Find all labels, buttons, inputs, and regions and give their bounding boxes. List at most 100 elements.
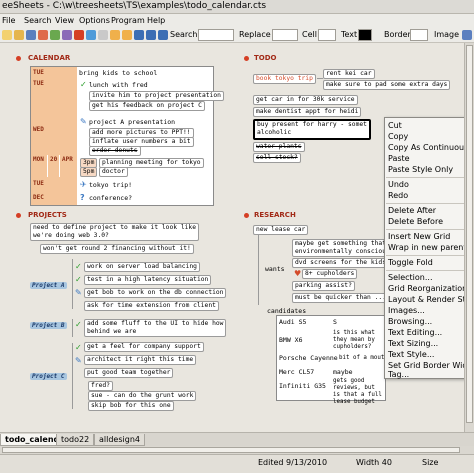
menu-selection[interactable]: Selection... [388, 273, 433, 282]
todo-subitem[interactable]: rent kei car [323, 69, 375, 79]
todo-item[interactable]: sell stock? [253, 153, 301, 163]
horizontal-scrollbar[interactable] [0, 446, 474, 454]
research-item[interactable]: new lease car [253, 225, 309, 235]
project-label[interactable]: Project B [30, 322, 67, 329]
menu-help[interactable]: Help [147, 16, 165, 25]
day-cell[interactable]: TUE [31, 79, 77, 115]
day-cell[interactable]: TUE [31, 67, 77, 79]
menu-redo[interactable]: Redo [388, 191, 408, 200]
undo-icon[interactable] [38, 30, 48, 40]
calendar-item[interactable]: bring kids to school [79, 69, 157, 77]
calendar-subitem[interactable]: order donuts [89, 146, 141, 156]
candidates-grid[interactable]: Audi S5 S BMW X6 is this what they mean … [276, 315, 398, 405]
text-color-picker[interactable] [358, 29, 372, 41]
candidate-model[interactable]: Infiniti G35 [279, 382, 326, 390]
calendar-grid[interactable]: TUE bring kids to school TUE ✓ lunch wit… [30, 66, 224, 206]
menu-grid-reorg[interactable]: Grid Reorganization... [388, 284, 474, 293]
menu-file[interactable]: File [2, 16, 15, 25]
tag-icon[interactable] [74, 30, 84, 40]
candidate-note[interactable]: is this what they mean by cupholders? [333, 330, 385, 351]
tab-alldesign4[interactable]: alldesign4 [94, 434, 145, 446]
calendar-subitem[interactable]: invite him to project presentation [89, 91, 224, 101]
month-cell[interactable]: APR [60, 155, 77, 177]
project-task[interactable]: test in a high latency situation [84, 275, 212, 285]
todo-item[interactable]: make dentist appt for heidi [253, 107, 362, 117]
new-icon[interactable] [2, 30, 12, 40]
project-task[interactable]: ask for time extension from client [84, 301, 219, 311]
day-cell[interactable]: MON [31, 155, 47, 177]
candidate-note[interactable]: S [333, 318, 337, 326]
menu-wrap-parent[interactable]: Wrap in new parent [388, 243, 467, 252]
menu-paste-style[interactable]: Paste Style Only [388, 165, 453, 174]
fold-icon[interactable] [158, 30, 168, 40]
want-item[interactable]: 8+ cupholders [302, 269, 358, 279]
menu-delete-before[interactable]: Delete Before [388, 217, 443, 226]
menu-toggle-fold[interactable]: Toggle Fold [388, 258, 433, 267]
day-cell[interactable]: DEC [31, 191, 77, 205]
wants-label[interactable]: wants [265, 265, 285, 273]
menu-text-editing[interactable]: Text Editing... [388, 328, 442, 337]
want-item[interactable]: parking assist? [292, 281, 355, 291]
image-icon[interactable] [134, 30, 144, 40]
search-input[interactable] [198, 29, 234, 41]
menu-view[interactable]: View [55, 16, 74, 25]
scroll-thumb[interactable] [466, 45, 473, 423]
open-icon[interactable] [14, 30, 24, 40]
candidate-note[interactable]: gets good reviews, but is that a full le… [333, 378, 385, 406]
todo-item-selected[interactable]: buy present for harry - somet alcoholic [253, 119, 371, 140]
candidate-model[interactable]: Audi S5 [279, 318, 306, 326]
paste-icon[interactable] [62, 30, 72, 40]
day-cell[interactable]: TUE [31, 177, 77, 191]
day-cell[interactable]: WED [31, 115, 77, 155]
menu-tag[interactable]: Tag... [388, 370, 409, 379]
candidate-note[interactable]: maybe [333, 368, 353, 376]
funding-note[interactable]: won't get round 2 financing without it! [40, 244, 194, 254]
project-task[interactable]: get bob to work on the db connection [84, 288, 227, 298]
menu-copy-continuous[interactable]: Copy As Continuous Text [388, 143, 474, 152]
calendar-subitem[interactable]: get his feedback on project C [89, 101, 205, 111]
menu-layout-style[interactable]: Layout & Render Style... [388, 295, 474, 304]
project-label[interactable]: Project C [30, 373, 67, 380]
menu-program[interactable]: Program [111, 16, 145, 25]
calendar-item[interactable]: project A presentation [89, 118, 175, 126]
menu-images[interactable]: Images... [388, 306, 425, 315]
vertical-scrollbar[interactable] [464, 43, 474, 432]
menu-options[interactable]: Options [79, 16, 110, 25]
want-item[interactable]: dvd screens for the kids [292, 258, 389, 268]
project-label[interactable]: Project A [30, 282, 67, 289]
border-color-picker[interactable] [410, 29, 428, 41]
project-subtask[interactable]: sue - can do the grunt work [88, 391, 197, 401]
bold-icon[interactable] [98, 30, 108, 40]
menu-search[interactable]: Search [24, 16, 51, 25]
menu-browsing[interactable]: Browsing... [388, 317, 432, 326]
candidate-model[interactable]: BMW X6 [279, 336, 302, 344]
menu-copy[interactable]: Copy [388, 132, 408, 141]
copy-icon[interactable] [50, 30, 60, 40]
project-subtask[interactable]: skip bob for this one [88, 401, 174, 411]
calendar-item[interactable]: lunch with fred [89, 81, 148, 89]
image-picker-icon[interactable] [462, 30, 472, 40]
menu-paste[interactable]: Paste [388, 154, 410, 163]
calendar-item[interactable]: tokyo trip! [89, 181, 132, 189]
project-subtask[interactable]: fred? [88, 381, 113, 391]
project-task[interactable]: put good team together [84, 368, 174, 378]
todo-item[interactable]: water plants [253, 142, 305, 152]
scroll-thumb[interactable] [2, 447, 460, 453]
sort-icon[interactable] [146, 30, 156, 40]
calendar-item[interactable]: conference? [89, 194, 132, 202]
project-task[interactable]: work on server load balancing [84, 262, 200, 272]
menu-text-sizing[interactable]: Text Sizing... [388, 339, 438, 348]
candidates-label[interactable]: candidates [267, 307, 306, 315]
candidate-model[interactable]: Merc CL57 [279, 368, 314, 376]
menu-text-style[interactable]: Text Style... [388, 350, 434, 359]
replace-input[interactable] [272, 29, 298, 41]
cell-color-picker[interactable] [318, 29, 336, 41]
menu-delete-after[interactable]: Delete After [388, 206, 436, 215]
zoom-out-icon[interactable] [122, 30, 132, 40]
day-number[interactable]: 20 [48, 155, 59, 177]
want-item[interactable]: must be quicker than ... [292, 293, 389, 303]
save-icon[interactable] [26, 30, 36, 40]
todo-item[interactable]: get car in for 30k service [253, 95, 358, 105]
project-task[interactable]: add some fluff to the UI to hide how beh… [84, 319, 227, 337]
project-intro[interactable]: need to define project to make it look l… [30, 223, 200, 241]
